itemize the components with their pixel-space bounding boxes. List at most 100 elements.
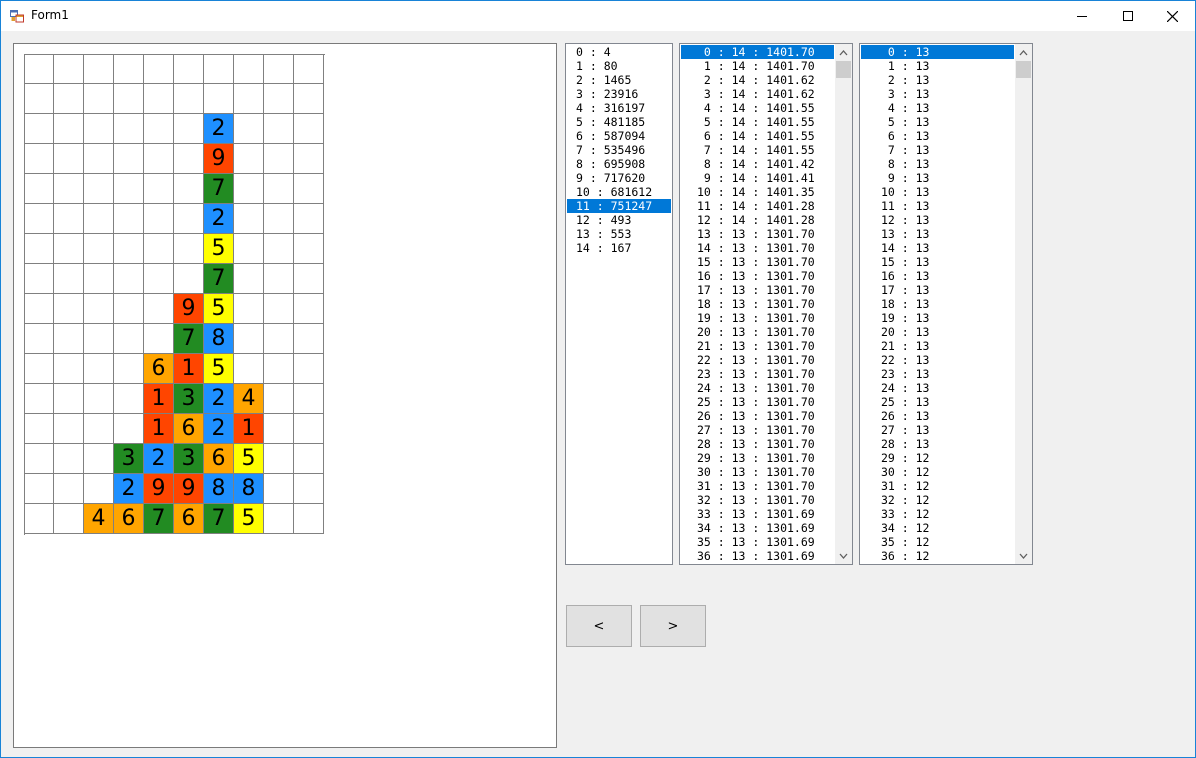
grid-cell[interactable]	[264, 174, 294, 204]
grid-cell[interactable]	[234, 234, 264, 264]
grid-cell[interactable]	[24, 174, 54, 204]
grid-cell[interactable]	[294, 204, 324, 234]
grid-tile[interactable]: 1	[234, 414, 264, 444]
grid-cell[interactable]	[264, 384, 294, 414]
value-list-item[interactable]: 7 : 13	[861, 143, 1014, 157]
grid-cell[interactable]	[114, 234, 144, 264]
grid-cell[interactable]	[264, 204, 294, 234]
value-list-item[interactable]: 28 : 13	[861, 437, 1014, 451]
score-list-item[interactable]: 36 : 13 : 1301.69	[681, 549, 834, 563]
value-list-item[interactable]: 35 : 12	[861, 535, 1014, 549]
grid-tile[interactable]: 6	[174, 414, 204, 444]
grid-cell[interactable]	[84, 444, 114, 474]
grid-cell[interactable]	[24, 444, 54, 474]
score-list-item[interactable]: 15 : 13 : 1301.70	[681, 255, 834, 269]
grid-cell[interactable]	[114, 354, 144, 384]
score-list-item[interactable]: 30 : 13 : 1301.70	[681, 465, 834, 479]
count-list-item[interactable]: 0 : 4	[567, 45, 671, 59]
grid-cell[interactable]	[114, 384, 144, 414]
value-listbox[interactable]: 0 : 13 1 : 13 2 : 13 3 : 13 4 : 13 5 : 1…	[859, 43, 1033, 565]
grid-cell[interactable]	[84, 84, 114, 114]
value-list-item[interactable]: 10 : 13	[861, 185, 1014, 199]
grid-tile[interactable]: 5	[204, 354, 234, 384]
grid-cell[interactable]	[84, 294, 114, 324]
grid-cell[interactable]	[174, 54, 204, 84]
value-list-item[interactable]: 11 : 13	[861, 199, 1014, 213]
grid-cell[interactable]	[84, 264, 114, 294]
grid-cell[interactable]	[294, 264, 324, 294]
grid-cell[interactable]	[54, 144, 84, 174]
grid-cell[interactable]	[54, 84, 84, 114]
grid-cell[interactable]	[294, 474, 324, 504]
grid-cell[interactable]	[174, 114, 204, 144]
scroll-up-arrow-icon[interactable]	[835, 44, 852, 61]
grid-cell[interactable]	[234, 354, 264, 384]
grid-cell[interactable]	[54, 174, 84, 204]
grid-cell[interactable]	[114, 174, 144, 204]
value-list-item[interactable]: 5 : 13	[861, 115, 1014, 129]
count-list-item[interactable]: 14 : 167	[567, 241, 671, 255]
grid-cell[interactable]	[24, 504, 54, 534]
value-list-item[interactable]: 3 : 13	[861, 87, 1014, 101]
grid-cell[interactable]	[204, 54, 234, 84]
grid-cell[interactable]	[234, 264, 264, 294]
grid-cell[interactable]	[84, 204, 114, 234]
value-list-item[interactable]: 21 : 13	[861, 339, 1014, 353]
grid-cell[interactable]	[144, 324, 174, 354]
score-list-item[interactable]: 14 : 13 : 1301.70	[681, 241, 834, 255]
score-list-item[interactable]: 32 : 13 : 1301.70	[681, 493, 834, 507]
grid-cell[interactable]	[144, 54, 174, 84]
count-list-item[interactable]: 9 : 717620	[567, 171, 671, 185]
grid-cell[interactable]	[114, 294, 144, 324]
score-list-item[interactable]: 27 : 13 : 1301.70	[681, 423, 834, 437]
grid-cell[interactable]	[24, 204, 54, 234]
grid-cell[interactable]	[174, 204, 204, 234]
grid-tile[interactable]: 2	[204, 204, 234, 234]
grid-tile[interactable]: 3	[174, 444, 204, 474]
grid-tile[interactable]: 8	[204, 474, 234, 504]
score-list-item[interactable]: 2 : 14 : 1401.62	[681, 73, 834, 87]
grid-cell[interactable]	[264, 414, 294, 444]
prev-button[interactable]: <	[566, 605, 632, 647]
value-list-item[interactable]: 16 : 13	[861, 269, 1014, 283]
grid-tile[interactable]: 2	[144, 444, 174, 474]
value-list-item[interactable]: 19 : 13	[861, 311, 1014, 325]
close-button[interactable]	[1149, 1, 1195, 31]
grid-cell[interactable]	[54, 264, 84, 294]
grid-cell[interactable]	[294, 84, 324, 114]
grid-cell[interactable]	[294, 384, 324, 414]
grid-cell[interactable]	[54, 504, 84, 534]
grid-cell[interactable]	[294, 174, 324, 204]
grid-cell[interactable]	[264, 444, 294, 474]
score-list-item[interactable]: 3 : 14 : 1401.62	[681, 87, 834, 101]
scroll-down-arrow-icon[interactable]	[835, 547, 852, 564]
count-list-item[interactable]: 3 : 23916	[567, 87, 671, 101]
grid-cell[interactable]	[234, 54, 264, 84]
grid-tile[interactable]: 5	[204, 234, 234, 264]
grid-cell[interactable]	[234, 174, 264, 204]
grid-tile[interactable]: 1	[144, 384, 174, 414]
grid-cell[interactable]	[84, 354, 114, 384]
grid-tile[interactable]: 2	[114, 474, 144, 504]
score-list-item[interactable]: 19 : 13 : 1301.70	[681, 311, 834, 325]
grid-tile[interactable]: 1	[174, 354, 204, 384]
grid-cell[interactable]	[54, 474, 84, 504]
value-list-item[interactable]: 24 : 13	[861, 381, 1014, 395]
grid-cell[interactable]	[54, 414, 84, 444]
grid-cell[interactable]	[144, 144, 174, 174]
grid-cell[interactable]	[294, 144, 324, 174]
grid-tile[interactable]: 7	[204, 504, 234, 534]
grid-cell[interactable]	[144, 84, 174, 114]
count-list-item[interactable]: 2 : 1465	[567, 73, 671, 87]
grid-cell[interactable]	[234, 144, 264, 174]
value-list-item[interactable]: 15 : 13	[861, 255, 1014, 269]
value-list-item[interactable]: 6 : 13	[861, 129, 1014, 143]
grid-cell[interactable]	[24, 144, 54, 174]
score-list-item[interactable]: 23 : 13 : 1301.70	[681, 367, 834, 381]
score-list-item[interactable]: 12 : 14 : 1401.28	[681, 213, 834, 227]
count-list-item[interactable]: 6 : 587094	[567, 129, 671, 143]
score-list-item[interactable]: 10 : 14 : 1401.35	[681, 185, 834, 199]
grid-cell[interactable]	[114, 54, 144, 84]
grid-tile[interactable]: 5	[234, 504, 264, 534]
grid-cell[interactable]	[174, 144, 204, 174]
